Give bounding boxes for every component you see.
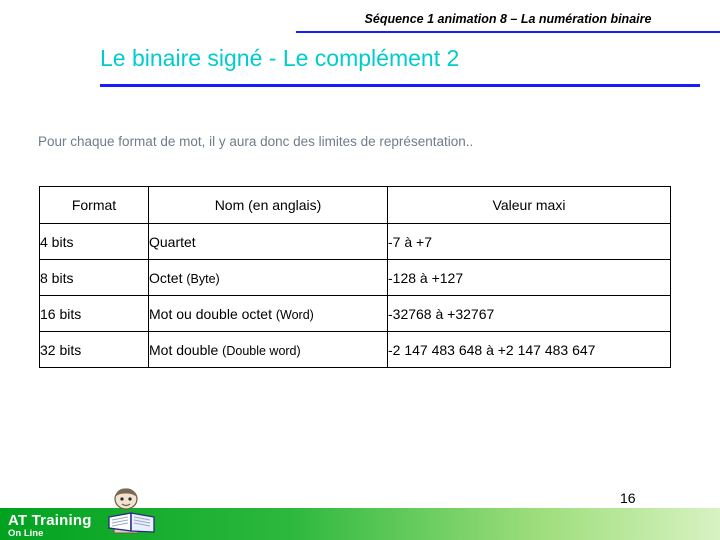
- cell-value: -2 147 483 648 à +2 147 483 647: [387, 331, 671, 368]
- breadcrumb: Séquence 1 animation 8 – La numération b…: [364, 12, 652, 26]
- cell-format: 4 bits: [39, 223, 149, 260]
- representation-limits-table: Format Nom (en anglais) Valeur maxi 4 bi…: [39, 186, 671, 368]
- title-divider: [100, 84, 700, 87]
- cell-format: 16 bits: [39, 295, 149, 332]
- cell-name-suffix: (Byte): [186, 271, 220, 286]
- table-row: 16 bits Mot ou double octet (Word) -3276…: [39, 295, 671, 332]
- page-title: Le binaire signé - Le complément 2: [100, 45, 460, 71]
- cell-name: Mot ou double octet (Word): [148, 295, 388, 332]
- table-row: 8 bits Octet (Byte) -128 à +127: [39, 259, 671, 296]
- book-character-logo-icon: [108, 488, 155, 534]
- page-number: 16: [620, 490, 636, 506]
- brand-tagline: On Line: [8, 528, 44, 539]
- intro-paragraph: Pour chaque format de mot, il y aura don…: [38, 134, 474, 149]
- cell-format: 32 bits: [39, 331, 149, 368]
- column-header-name: Nom (en anglais): [148, 186, 388, 224]
- cell-value: -32768 à +32767: [387, 295, 671, 332]
- brand-name: AT Training: [8, 512, 92, 529]
- header-divider: [296, 31, 720, 33]
- cell-name: Quartet: [148, 223, 388, 260]
- table-row: 4 bits Quartet -7 à +7: [39, 223, 671, 260]
- cell-name-text: Quartet: [149, 233, 196, 250]
- cell-name: Mot double (Double word): [148, 331, 388, 368]
- column-header-format: Format: [39, 186, 149, 224]
- cell-name-text: Octet: [149, 269, 187, 286]
- column-header-value: Valeur maxi: [387, 186, 671, 224]
- cell-name: Octet (Byte): [148, 259, 388, 296]
- cell-name-suffix: (Word): [275, 307, 314, 322]
- cell-name-text: Mot ou double octet: [149, 305, 276, 322]
- cell-name-text: Mot double: [149, 341, 223, 358]
- table-header-row: Format Nom (en anglais) Valeur maxi: [39, 186, 671, 224]
- cell-format: 8 bits: [39, 259, 149, 296]
- cell-value: -7 à +7: [387, 223, 671, 260]
- cell-name-suffix: (Double word): [222, 343, 301, 358]
- table-row: 32 bits Mot double (Double word) -2 147 …: [39, 331, 671, 368]
- cell-value: -128 à +127: [387, 259, 671, 296]
